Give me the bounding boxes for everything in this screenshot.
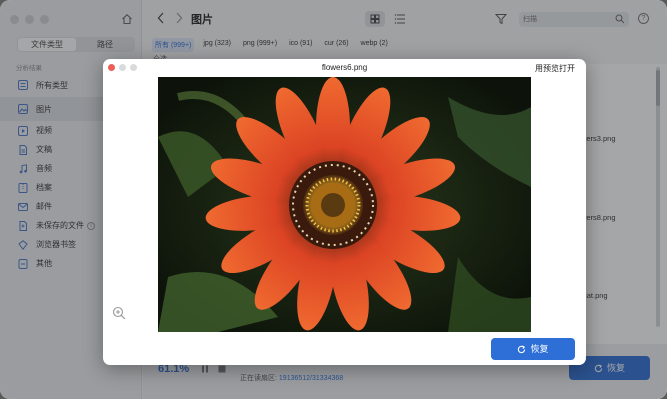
preview-dialog: flowers6.png 用预览打开 恢复 [103,59,586,365]
preview-image [158,77,531,332]
open-with-preview-link[interactable]: 用预览打开 [535,63,575,74]
refresh-icon [518,344,526,353]
app-window: 文件类型 路径 分析结果 所有类型 图片 视频 文稿 音频 档案 邮件 未保存的… [0,0,667,399]
preview-recover-button[interactable]: 恢复 [491,338,575,360]
zoom-in-icon[interactable] [112,306,126,320]
preview-title: flowers6.png [321,63,368,72]
preview-recover-label: 恢复 [530,344,549,354]
